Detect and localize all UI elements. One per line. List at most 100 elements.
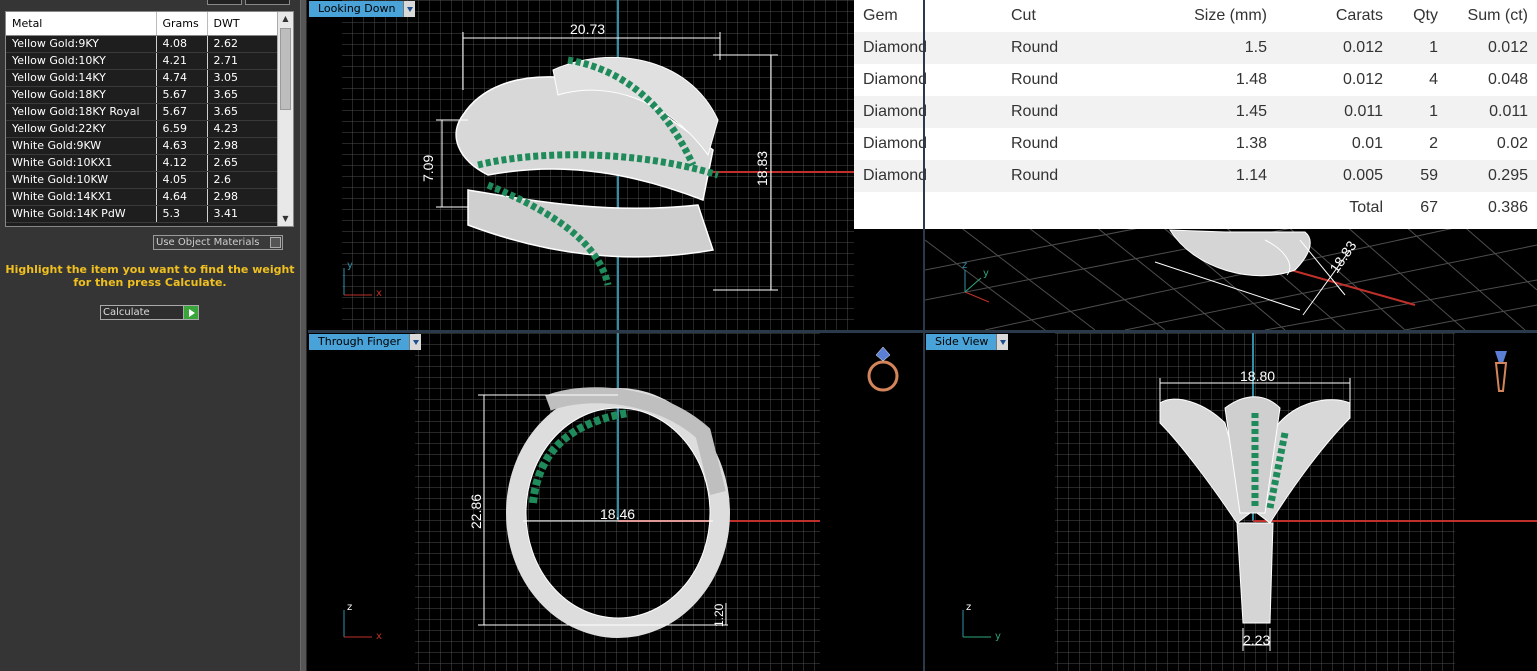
axis-triad-side: z y: [962, 602, 1001, 642]
use-object-materials-toggle[interactable]: Use Object Materials: [153, 235, 283, 250]
qty-cell: 1: [1429, 103, 1438, 120]
metal-row[interactable]: Yellow Gold:10KY 4.21 2.71: [6, 52, 278, 70]
gem-row[interactable]: Diamond Round 1.45 0.011 1 0.011: [854, 96, 1537, 128]
metal-weight-panel: Metal Grams DWT Yellow Gold:9KY 4.08 2.62 Y…: [0, 0, 300, 671]
viewport-label-looking-down[interactable]: Looking Down: [309, 1, 416, 17]
metal-row[interactable]: Yellow Gold:18KY 5.67 3.65: [6, 86, 278, 104]
grams-column-header[interactable]: Grams: [156, 12, 208, 36]
viewport-through-finger[interactable]: 22.86 18.46 1.20 z x Through Finger: [308, 333, 923, 671]
metal-name-cell: White Gold:9KW: [6, 137, 157, 155]
total-qty: 67: [1420, 199, 1438, 216]
viewport-vertical-splitter[interactable]: [923, 0, 925, 671]
total-sum: 0.386: [1487, 199, 1528, 216]
grams-cell: 5.67: [156, 86, 208, 104]
size-cell: 1.38: [1235, 135, 1267, 152]
gem-name-cell: Diamond: [863, 39, 928, 56]
gem-row[interactable]: Diamond Round 1.48 0.012 4 0.048: [854, 64, 1537, 96]
metal-name-cell: Yellow Gold:22KY: [6, 120, 157, 138]
viewport-side-view[interactable]: 18.80 2.23 z y Side View: [925, 333, 1537, 671]
metal-row[interactable]: Yellow Gold:18KY Royal 5.67 3.65: [6, 103, 278, 121]
gem-row[interactable]: Diamond Round 1.38 0.01 2 0.02: [854, 128, 1537, 160]
gem-summary-panel: Gem Cut Size (mm) Carats Qty Sum (ct) Di…: [854, 0, 1537, 229]
metal-row[interactable]: White Gold:14K PdW 5.3 3.41: [6, 205, 278, 223]
ring-model-perspective: [1169, 229, 1311, 277]
grams-cell: 4.21: [156, 52, 208, 70]
through-finger-canvas: 22.86 18.46 1.20 z x: [343, 333, 899, 671]
svg-text:z: z: [966, 602, 971, 613]
dropdown-arrow-icon[interactable]: [408, 334, 421, 350]
metal-name-cell: White Gold:10KW: [6, 171, 157, 189]
dwt-cell: 3.65: [207, 86, 278, 104]
metal-row[interactable]: White Gold:10KW 4.05 2.6: [6, 171, 278, 189]
carats-cell: 0.005: [1342, 167, 1383, 184]
dwt-cell: 3.05: [207, 69, 278, 87]
svg-text:x: x: [376, 288, 382, 299]
metal-table-scrollbar[interactable]: ▲ ▼: [277, 12, 293, 226]
svg-text:y: y: [347, 260, 353, 271]
metal-row[interactable]: Yellow Gold:22KY 6.59 4.23: [6, 120, 278, 138]
sum-cell: 0.011: [1489, 103, 1528, 120]
panel-mini-button-1[interactable]: [207, 0, 242, 5]
gem-summary-table: Gem Cut Size (mm) Carats Qty Sum (ct) Di…: [854, 0, 1537, 224]
gem-name-cell: Diamond: [863, 135, 928, 152]
gem-name-cell: Diamond: [863, 103, 928, 120]
metal-row[interactable]: White Gold:14KX1 4.64 2.98: [6, 188, 278, 206]
carats-column-header[interactable]: Carats: [1276, 0, 1392, 32]
svg-text:y: y: [983, 268, 989, 279]
svg-text:z: z: [347, 602, 352, 613]
cut-cell: Round: [1011, 103, 1059, 120]
size-cell: 1.45: [1235, 103, 1267, 120]
metal-weight-table: Metal Grams DWT Yellow Gold:9KY 4.08 2.62 Y…: [6, 12, 278, 223]
viewport-label-side-view[interactable]: Side View: [926, 334, 1009, 350]
scroll-down-icon[interactable]: ▼: [278, 212, 293, 226]
gem-row[interactable]: Diamond Round 1.5 0.012 1 0.012: [854, 32, 1537, 64]
calculate-button[interactable]: Calculate: [100, 305, 199, 320]
size-cell: 1.14: [1235, 167, 1267, 184]
cut-column-header[interactable]: Cut: [1002, 0, 1152, 32]
gem-column-header[interactable]: Gem: [854, 0, 1002, 32]
size-cell: 1.48: [1235, 71, 1267, 88]
axis-triad-perspective: z y: [962, 260, 990, 303]
looking-down-canvas: 20.73 18.83 7.09 y x: [342, 0, 854, 330]
dwt-cell: 2.98: [207, 188, 278, 206]
sum-column-header[interactable]: Sum (ct): [1447, 0, 1537, 32]
ring-side-icon: [1494, 351, 1508, 392]
viewport-label-through-finger[interactable]: Through Finger: [309, 334, 421, 350]
dim-thickness-label-front: 1.20: [712, 603, 726, 627]
metal-table-container: Metal Grams DWT Yellow Gold:9KY 4.08 2.62 Y…: [5, 11, 294, 227]
qty-column-header[interactable]: Qty: [1392, 0, 1447, 32]
metal-row[interactable]: Yellow Gold:14KY 4.74 3.05: [6, 69, 278, 87]
dropdown-arrow-icon[interactable]: [996, 334, 1009, 350]
metal-row[interactable]: White Gold:9KW 4.63 2.98: [6, 137, 278, 155]
viewport-looking-down[interactable]: 20.73 18.83 7.09 y x Looking Down: [308, 0, 923, 330]
checkbox-icon[interactable]: [270, 237, 281, 248]
size-column-header[interactable]: Size (mm): [1152, 0, 1276, 32]
viewport-name: Looking Down: [318, 2, 396, 15]
grams-cell: 4.12: [156, 154, 208, 172]
dropdown-arrow-icon[interactable]: [403, 1, 416, 17]
scrollbar-thumb[interactable]: [280, 28, 291, 110]
calculate-hint: Highlight the item you want to find the …: [5, 263, 295, 289]
scroll-up-icon[interactable]: ▲: [278, 12, 293, 26]
gem-row[interactable]: Diamond Round 1.14 0.005 59 0.295: [854, 160, 1537, 192]
play-icon[interactable]: [183, 306, 198, 319]
metal-name-cell: Yellow Gold:10KY: [6, 52, 157, 70]
total-label: Total: [1349, 199, 1383, 216]
carats-cell: 0.012: [1342, 39, 1383, 56]
svg-text:x: x: [376, 631, 382, 642]
panel-mini-button-2[interactable]: [245, 0, 290, 5]
metal-name-cell: White Gold:14K PdW: [6, 205, 157, 223]
metal-column-header[interactable]: Metal: [6, 12, 157, 36]
metal-name-cell: White Gold:14KX1: [6, 188, 157, 206]
dwt-cell: 2.62: [207, 35, 278, 53]
metal-row[interactable]: White Gold:10KX1 4.12 2.65: [6, 154, 278, 172]
metal-name-cell: Yellow Gold:18KY Royal: [6, 103, 157, 121]
dim-height-label: 18.83: [754, 151, 770, 186]
perspective-dim-label: 18.83: [1326, 238, 1359, 276]
dwt-cell: 3.41: [207, 205, 278, 223]
panel-splitter[interactable]: [300, 0, 307, 671]
dwt-column-header[interactable]: DWT: [207, 12, 278, 36]
dim-width-label: 20.73: [570, 21, 605, 37]
metal-row[interactable]: Yellow Gold:9KY 4.08 2.62: [6, 35, 278, 53]
carats-cell: 0.012: [1342, 71, 1383, 88]
